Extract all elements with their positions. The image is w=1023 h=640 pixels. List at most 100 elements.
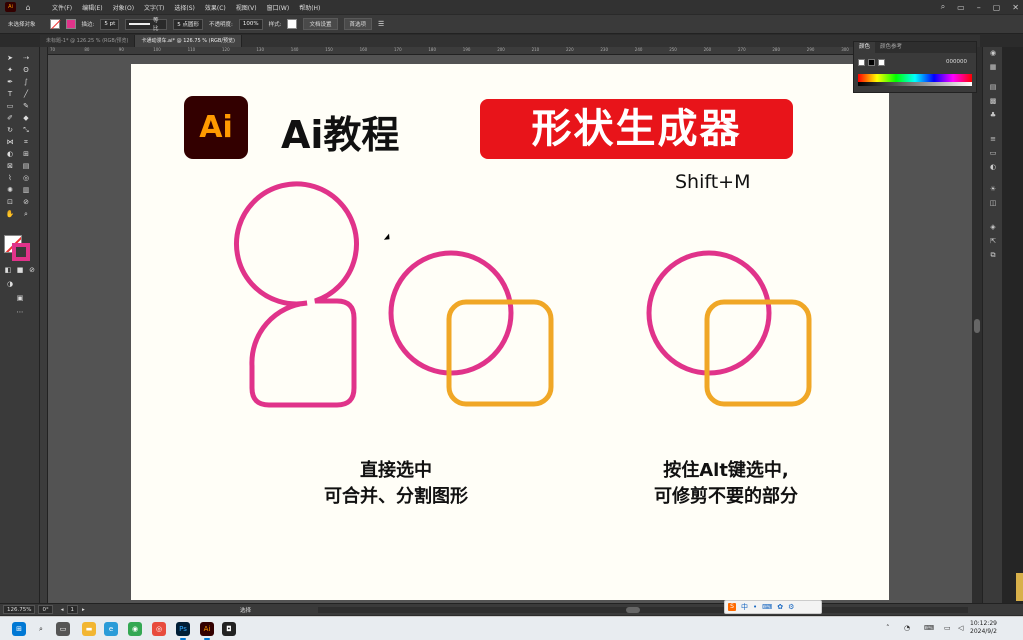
menu-file[interactable]: 文件(F) <box>52 3 72 12</box>
variable-width-profile[interactable]: 等比 <box>125 18 168 32</box>
more-tools-icon[interactable]: ⋯ <box>14 307 26 317</box>
gradient-panel-icon[interactable]: ▭ <box>987 149 999 158</box>
tray-app-icon[interactable]: ◔ <box>904 624 910 632</box>
document-setup-button[interactable]: 文档设置 <box>303 18 338 30</box>
taskbar-search-icon[interactable]: ⌕ <box>34 622 48 636</box>
fill-swatch[interactable] <box>49 19 60 29</box>
selection-tool-icon[interactable]: ➤ <box>4 53 16 63</box>
close-icon[interactable]: ✕ <box>1012 3 1019 12</box>
color-panel-icon[interactable]: ◉ <box>987 49 999 58</box>
curvature-tool-icon[interactable]: ∫ <box>20 77 32 87</box>
artboard-tool-icon[interactable]: ⊡ <box>4 197 16 207</box>
tray-ime-icon[interactable]: ⌨ <box>924 624 934 632</box>
shape-builder-tool-icon[interactable]: ◐ <box>4 149 16 159</box>
file-explorer-icon[interactable]: ▬ <box>82 622 96 636</box>
opacity-field[interactable]: 100% <box>238 18 263 30</box>
line-tool-icon[interactable]: ╱ <box>20 89 32 99</box>
panel-fill-swatch[interactable] <box>858 59 865 66</box>
menu-object[interactable]: 对象(O) <box>113 3 134 12</box>
hex-value[interactable]: 000000 <box>946 59 967 65</box>
color-spectrum[interactable] <box>858 74 972 86</box>
color-mode-icon[interactable]: ■ <box>14 265 26 275</box>
rotate-tool-icon[interactable]: ↻ <box>4 125 16 135</box>
menu-edit[interactable]: 编辑(E) <box>82 3 102 12</box>
screen-mode-icon[interactable]: ▣ <box>14 293 26 303</box>
ime-punct-icon[interactable]: • <box>753 603 757 611</box>
artboard-next-icon[interactable]: ▸ <box>82 607 85 613</box>
stroke-color-box[interactable] <box>12 243 30 261</box>
eyedropper-tool-icon[interactable]: ⌇ <box>4 173 16 183</box>
preferences-button[interactable]: 首选项 <box>343 18 373 30</box>
menu-effect[interactable]: 效果(C) <box>205 3 226 12</box>
menu-help[interactable]: 帮助(H) <box>299 3 320 12</box>
vertical-scrollbar[interactable] <box>972 47 982 603</box>
panel-white-swatch[interactable] <box>878 59 885 66</box>
type-tool-icon[interactable]: T <box>4 89 16 99</box>
asset-export-icon[interactable]: ⧉ <box>987 251 999 260</box>
illustrator-taskbar-icon[interactable]: Ai <box>200 622 214 640</box>
tab-color-guide[interactable]: 颜色参考 <box>875 42 907 53</box>
edge-browser-icon[interactable]: e <box>104 622 118 636</box>
draw-mode-icon[interactable]: ◑ <box>4 279 16 289</box>
pen-tool-icon[interactable]: ✒ <box>4 77 16 87</box>
windows-start-icon[interactable]: ⊞ <box>12 622 26 636</box>
graphic-styles-icon[interactable]: ◫ <box>987 199 999 208</box>
direct-selection-tool-icon[interactable]: ⇢ <box>20 53 32 63</box>
artboards-icon[interactable]: ⇱ <box>987 237 999 246</box>
blend-tool-icon[interactable]: ◎ <box>20 173 32 183</box>
stroke-swatch[interactable] <box>65 19 76 29</box>
ime-skin-icon[interactable]: ✿ <box>777 603 783 611</box>
layers-icon[interactable]: ◈ <box>987 223 999 232</box>
eraser-tool-icon[interactable]: ◆ <box>20 113 32 123</box>
screen-recorder-icon[interactable]: ◘ <box>222 622 236 636</box>
panel-black-swatch[interactable] <box>868 59 875 66</box>
properties-icon[interactable]: ▤ <box>987 83 999 92</box>
slice-tool-icon[interactable]: ⊘ <box>20 197 32 207</box>
lasso-tool-icon[interactable]: ʘ <box>20 65 32 75</box>
symbol-sprayer-tool-icon[interactable]: ✺ <box>4 185 16 195</box>
menu-window[interactable]: 窗口(W) <box>267 3 290 12</box>
ime-settings-icon[interactable]: ⚙ <box>788 603 794 611</box>
app-icon-red[interactable]: ◎ <box>152 622 166 636</box>
zoom-field[interactable]: 126.75% <box>3 605 36 614</box>
search-icon[interactable]: ⌕ <box>941 2 945 12</box>
magic-wand-tool-icon[interactable]: ✦ <box>4 65 16 75</box>
menu-type[interactable]: 文字(T) <box>144 3 164 12</box>
chrome-browser-icon[interactable]: ◉ <box>128 622 142 636</box>
ime-keyboard-icon[interactable]: ⌨ <box>762 603 772 611</box>
transparency-icon[interactable]: ◐ <box>987 163 999 172</box>
swatches-icon[interactable]: ▩ <box>987 97 999 106</box>
paintbrush-tool-icon[interactable]: ✎ <box>20 101 32 111</box>
system-clock[interactable]: 10:12:29 2024/9/2 <box>970 620 997 636</box>
menu-select[interactable]: 选择(S) <box>174 3 195 12</box>
scale-tool-icon[interactable]: ⤡ <box>20 125 32 135</box>
brushes-icon[interactable]: ♣ <box>987 111 999 120</box>
shaper-tool-icon[interactable]: ✐ <box>4 113 16 123</box>
minimize-icon[interactable]: – <box>977 3 981 12</box>
free-transform-tool-icon[interactable]: ⌗ <box>20 137 32 147</box>
graph-tool-icon[interactable]: ▥ <box>20 185 32 195</box>
brush-definition[interactable]: 5 点圆形 <box>173 18 204 30</box>
appearance-icon[interactable]: ☀ <box>987 185 999 194</box>
graphic-style-swatch[interactable] <box>287 19 298 29</box>
width-tool-icon[interactable]: ⋈ <box>4 137 16 147</box>
stroke-weight-field[interactable]: 5 pt <box>100 18 120 30</box>
artboard-prev-icon[interactable]: ◂ <box>61 607 64 613</box>
tab-color[interactable]: 颜色 <box>854 42 876 53</box>
artboard-number[interactable]: 1 <box>66 605 78 614</box>
tray-volume-icon[interactable]: ◁ <box>958 624 963 632</box>
workspace-icon[interactable]: ▭ <box>957 3 965 12</box>
tab-cartoon-car[interactable]: 卡通动漫车.ai* @ 126.75 % (RGB/预览) <box>135 35 242 47</box>
restore-icon[interactable]: ▢ <box>993 3 1001 12</box>
tab-untitled[interactable]: 未标题-1* @ 126.25 % (RGB/预览) <box>40 35 136 47</box>
none-color-icon[interactable]: ⊘ <box>26 265 38 275</box>
menu-view[interactable]: 视图(V) <box>236 3 257 12</box>
zoom-tool-icon[interactable]: ⌕ <box>20 209 32 219</box>
artboard[interactable]: Ai Ai教程 形状生成器 Shift+M 直接选中 可合并、分割图形 按住Al… <box>131 64 889 600</box>
scroll-thumb[interactable] <box>974 319 980 333</box>
hscroll-thumb[interactable] <box>626 607 640 613</box>
home-icon[interactable]: ⌂ <box>22 2 34 12</box>
task-view-icon[interactable]: ▭ <box>56 622 70 636</box>
tray-network-icon[interactable]: ▭ <box>944 624 951 632</box>
hand-tool-icon[interactable]: ✋ <box>4 209 16 219</box>
